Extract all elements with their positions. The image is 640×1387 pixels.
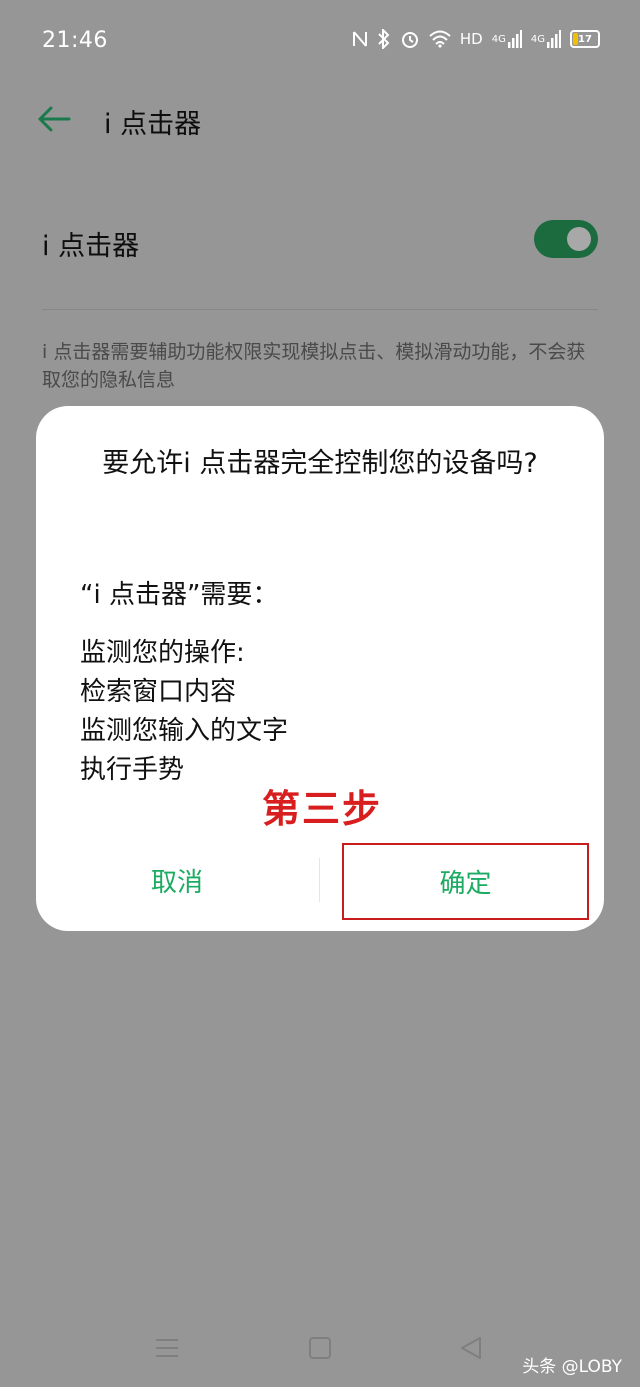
toggle-knob	[567, 227, 591, 251]
button-separator	[319, 858, 320, 902]
status-time: 21:46	[42, 28, 108, 53]
network-type-1: 4G	[491, 33, 506, 45]
alarm-icon	[400, 28, 420, 50]
battery-level: 17	[578, 33, 592, 45]
back-triangle-icon	[461, 1337, 481, 1359]
signal-icon-1: 4G	[492, 28, 522, 50]
permission-item: 检索窗口内容	[80, 677, 237, 707]
menu-button[interactable]	[155, 1336, 179, 1364]
divider	[42, 309, 598, 310]
setting-row-clicker[interactable]: i 点击器	[42, 210, 598, 270]
battery-icon: 17	[570, 30, 600, 48]
ok-button[interactable]: 确定	[342, 843, 589, 920]
dialog-title: 要允许i 点击器完全控制您的设备吗?	[102, 448, 538, 479]
bluetooth-icon	[377, 28, 391, 50]
page-title: i 点击器	[104, 109, 202, 140]
permission-item: 执行手势	[80, 755, 185, 785]
back-nav-button[interactable]	[459, 1336, 483, 1364]
setting-label: i 点击器	[42, 231, 140, 262]
signal-icon-2: 4G	[531, 28, 561, 50]
network-type-2: 4G	[530, 33, 545, 45]
step-annotation: 第三步	[262, 787, 383, 831]
home-button[interactable]	[308, 1336, 332, 1364]
menu-icon	[156, 1339, 178, 1357]
watermark: 头条 @LOBY	[522, 1357, 622, 1377]
back-button[interactable]	[36, 104, 72, 134]
arrow-left-icon	[38, 106, 71, 132]
hd-icon: HD	[459, 30, 483, 48]
dialog-subhead: “i 点击器”需要：	[80, 580, 279, 610]
status-bar: 21:46 HD 4G 4G 17	[0, 0, 640, 80]
permission-dialog: 要允许i 点击器完全控制您的设备吗? “i 点击器”需要： 监测您的操作: 检索…	[36, 406, 604, 931]
status-icons: HD 4G 4G 17	[352, 28, 600, 50]
nfc-icon	[352, 28, 368, 50]
permission-list: 监测您的操作: 检索窗口内容 监测您输入的文字 执行手势	[80, 634, 288, 790]
app-bar: i 点击器	[0, 90, 640, 150]
home-square-icon	[309, 1337, 331, 1359]
permission-item: 监测您输入的文字	[80, 716, 289, 746]
permission-item: 监测您的操作:	[80, 638, 245, 668]
wifi-icon	[429, 28, 451, 50]
cancel-button[interactable]: 取消	[56, 842, 298, 918]
setting-description: i 点击器需要辅助功能权限实现模拟点击、模拟滑动功能，不会获取您的隐私信息	[42, 341, 586, 391]
service-toggle[interactable]	[534, 220, 598, 258]
